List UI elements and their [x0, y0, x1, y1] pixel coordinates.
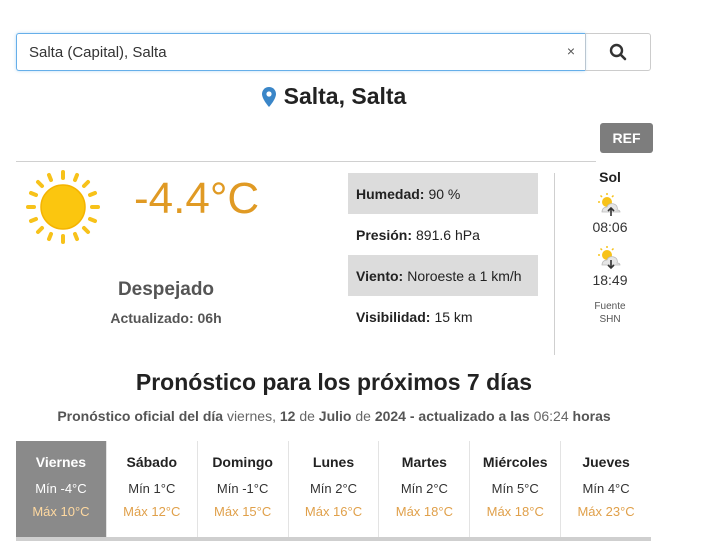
day-min: Mín -1°C: [216, 481, 269, 496]
wind-label: Viento:: [356, 267, 404, 284]
wind-value: Noroeste a 1 km/h: [407, 267, 522, 284]
forecast-subtitle-time: 06:24: [533, 408, 569, 424]
search-input[interactable]: [17, 34, 585, 70]
clear-search-button[interactable]: ×: [567, 43, 575, 59]
forecast-subtitle-de1: de: [299, 408, 315, 424]
day-tab-martes[interactable]: Martes Mín 2°C Máx 18°C: [379, 441, 471, 537]
forecast-subtitle-weekday: viernes,: [226, 408, 276, 424]
day-tab-viernes[interactable]: Viernes Mín -4°C Máx 10°C: [16, 441, 107, 537]
humidity-row: Humedad: 90 %: [348, 173, 538, 214]
forecast-subtitle-day: 12: [279, 408, 296, 424]
day-name: Jueves: [582, 454, 630, 470]
sunrise-icon: [598, 193, 621, 216]
sun-icon: [26, 170, 100, 244]
humidity-value: 90 %: [428, 185, 461, 202]
day-max: Máx 12°C: [123, 504, 181, 519]
source-name: SHN: [599, 314, 621, 325]
sunset-icon: [598, 246, 621, 270]
day-name: Domingo: [212, 454, 273, 470]
day-name: Martes: [401, 454, 447, 470]
day-name: Miércoles: [482, 454, 548, 470]
day-min: Mín 2°C: [309, 481, 358, 496]
humidity-label: Humedad:: [356, 185, 425, 202]
weather-details: Humedad: 90 % Presión: 891.6 hPa Viento:…: [348, 173, 538, 337]
day-min: Mín 1°C: [128, 481, 176, 496]
pressure-label: Presión:: [356, 226, 413, 243]
forecast-subtitle-prefix: Pronóstico oficial del día: [57, 408, 224, 424]
day-min: Mín 4°C: [582, 481, 630, 496]
search-input-wrapper: ×: [16, 33, 585, 71]
day-max: Máx 18°C: [395, 504, 453, 519]
location-name: Salta, Salta: [283, 83, 407, 109]
day-tab-miercoles[interactable]: Miércoles Mín 5°C Máx 18°C: [470, 441, 562, 537]
sunrise-time: 08:06: [592, 219, 628, 235]
day-max: Máx 18°C: [486, 504, 544, 519]
pressure-row: Presión: 891.6 hPa: [348, 214, 538, 255]
vertical-divider: [554, 173, 555, 355]
day-max: Máx 23°C: [577, 504, 635, 519]
day-name: Lunes: [312, 454, 355, 470]
day-max: Máx 16°C: [304, 504, 363, 519]
search-bar: ×: [16, 33, 651, 71]
visibility-label: Visibilidad:: [356, 308, 431, 325]
sunset-time: 18:49: [592, 272, 628, 288]
day-max: Máx 10°C: [32, 504, 90, 519]
day-tab-domingo[interactable]: Domingo Mín -1°C Máx 15°C: [198, 441, 289, 537]
visibility-row: Visibilidad: 15 km: [348, 296, 538, 337]
current-temperature: -4.4°C: [134, 174, 260, 223]
day-name: Sábado: [126, 454, 178, 470]
forecast-subtitle-month: Julio: [318, 408, 352, 424]
visibility-value: 15 km: [434, 308, 473, 325]
map-marker-icon: [261, 86, 276, 107]
search-button[interactable]: [585, 33, 651, 71]
sun-panel-title: Sol: [599, 169, 621, 185]
current-condition: Despejado: [117, 279, 215, 300]
day-min: Mín 2°C: [400, 481, 448, 496]
day-name: Viernes: [35, 454, 87, 470]
pressure-value: 891.6 hPa: [416, 226, 480, 243]
forecast-subtitle-year: 2024: [374, 408, 406, 424]
day-tab-jueves[interactable]: Jueves Mín 4°C Máx 23°C: [561, 441, 651, 537]
day-tab-sabado[interactable]: Sábado Mín 1°C Máx 12°C: [107, 441, 198, 537]
source-label: Fuente: [594, 301, 626, 312]
wind-row: Viento: Noroeste a 1 km/h: [348, 255, 538, 296]
forecast-subtitle-horas: horas: [572, 408, 611, 424]
day-min: Mín -4°C: [35, 481, 87, 496]
forecast-days: Viernes Mín -4°C Máx 10°C Sábado Mín 1°C…: [16, 441, 651, 541]
search-icon: [609, 43, 627, 61]
forecast-title: Pronóstico para los próximos 7 días: [135, 369, 533, 395]
divider: [16, 161, 596, 162]
ref-button[interactable]: REF: [600, 123, 653, 153]
location-header: Salta, Salta: [0, 83, 668, 110]
day-min: Mín 5°C: [491, 481, 539, 496]
day-max: Máx 15°C: [214, 504, 272, 519]
forecast-subtitle-de2: de: [355, 408, 371, 424]
updated-time: Actualizado: 06h: [110, 310, 222, 326]
day-tab-lunes[interactable]: Lunes Mín 2°C Máx 16°C: [289, 441, 380, 537]
forecast-subtitle-updated: - actualizado a las: [409, 408, 530, 424]
sun-panel: Sol 08:06 18:49 Fuente SHN: [580, 169, 640, 326]
forecast-subtitle: Pronóstico oficial del día viernes, 12 d…: [0, 408, 668, 424]
